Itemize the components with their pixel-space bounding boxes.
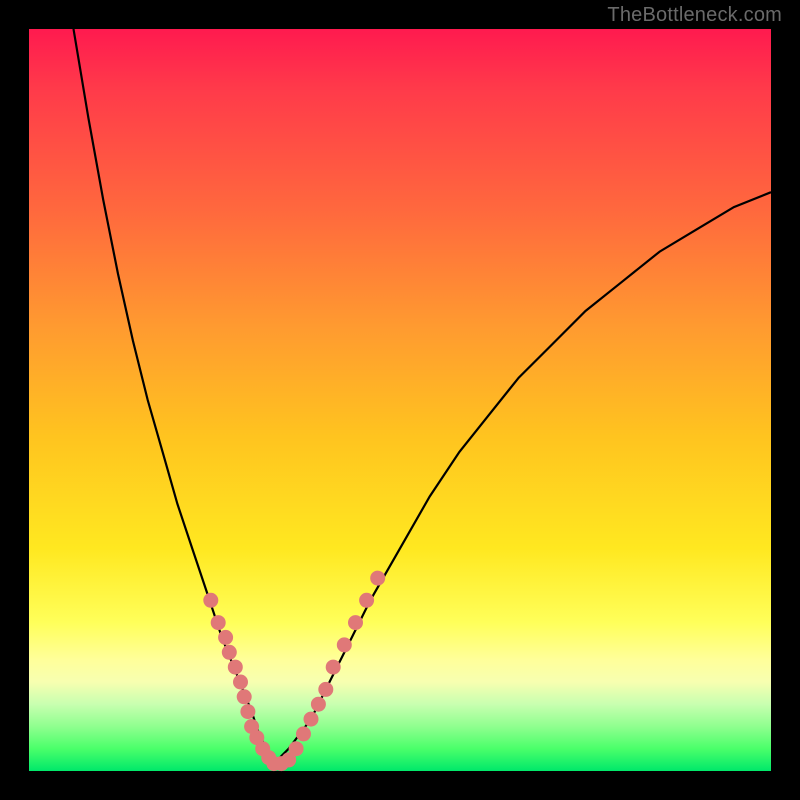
highlight-dot: [371, 571, 385, 585]
highlight-dot: [222, 645, 236, 659]
highlight-dot: [241, 705, 255, 719]
highlight-dot: [319, 682, 333, 696]
highlight-dot: [234, 675, 248, 689]
highlight-dot: [237, 690, 251, 704]
watermark-text: TheBottleneck.com: [607, 4, 782, 27]
chart-frame: TheBottleneck.com: [0, 0, 800, 800]
highlight-dot: [204, 593, 218, 607]
curve-layer: [29, 29, 771, 771]
highlight-dot: [228, 660, 242, 674]
right-curve: [274, 192, 771, 763]
left-curve: [74, 29, 274, 764]
highlight-dot: [297, 727, 311, 741]
highlight-dot: [311, 697, 325, 711]
highlight-dot: [219, 630, 233, 644]
highlight-dot: [360, 593, 374, 607]
highlight-dot: [211, 616, 225, 630]
highlight-dot: [337, 638, 351, 652]
highlight-dot: [304, 712, 318, 726]
highlight-dot: [349, 616, 363, 630]
highlight-dot: [289, 742, 303, 756]
highlight-dot: [326, 660, 340, 674]
